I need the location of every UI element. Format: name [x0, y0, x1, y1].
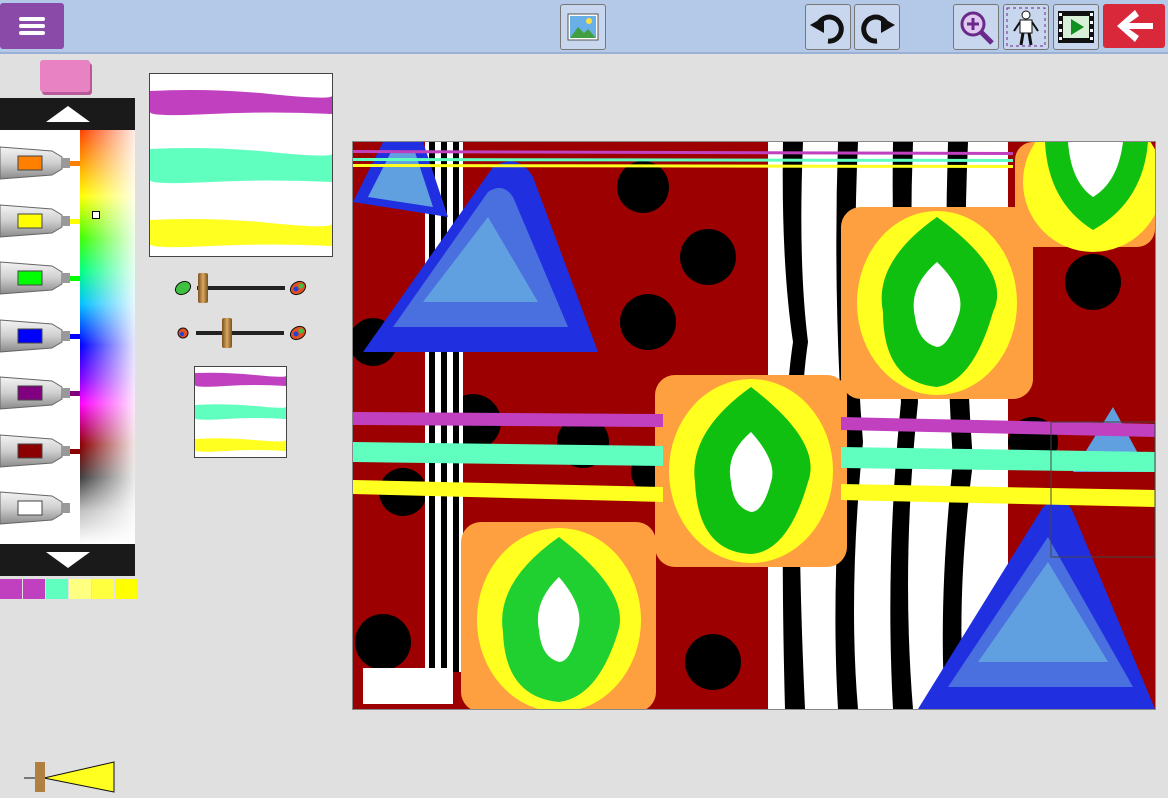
image-button[interactable] [560, 4, 606, 50]
paint-tube[interactable] [0, 488, 80, 528]
brush-size-track[interactable] [197, 286, 285, 290]
recent-color-swatch[interactable] [92, 579, 114, 599]
brush-size-indicator[interactable] [22, 758, 122, 794]
color-spectrum[interactable] [80, 130, 135, 544]
brush-size-wedge-icon [24, 761, 115, 793]
drawing-canvas[interactable] [352, 141, 1156, 710]
brush-preview-strokes [150, 90, 332, 248]
redo-icon [861, 14, 895, 44]
canvas-artwork [353, 142, 1155, 709]
back-arrow-icon [1117, 10, 1153, 42]
zoom-in-icon [960, 11, 994, 45]
recent-color-swatch[interactable] [115, 579, 137, 599]
stamp-preview-strokes [195, 372, 286, 452]
brush-opacity-track[interactable] [196, 331, 284, 335]
brush-size-thumb[interactable] [198, 273, 208, 303]
zoom-button[interactable] [953, 4, 999, 50]
figure-icon [1006, 7, 1046, 47]
recent-color-swatch[interactable] [23, 579, 45, 599]
paint-tube[interactable] [0, 201, 80, 241]
brush-opacity-thumb[interactable] [222, 318, 232, 348]
back-button[interactable] [1103, 4, 1165, 48]
color-picker-cursor[interactable] [92, 211, 100, 219]
brush-preview [149, 73, 333, 257]
paint-tube-icon [0, 318, 80, 353]
paint-tube-icon [0, 376, 80, 410]
paint-tube-icon [0, 203, 80, 238]
paint-tube[interactable] [0, 373, 80, 413]
eraser-tool[interactable] [40, 60, 90, 92]
paint-tube[interactable] [0, 431, 80, 471]
brush-size-slider[interactable] [173, 273, 308, 303]
recent-color-swatch[interactable] [69, 579, 91, 599]
paint-tube-icon [0, 491, 80, 525]
paint-tube-icon [0, 146, 80, 180]
leaf-small-icon [174, 280, 192, 296]
paint-tube[interactable] [0, 316, 80, 356]
stamp-preview[interactable] [194, 366, 287, 458]
paint-tube[interactable] [0, 143, 80, 183]
undo-icon [810, 14, 844, 44]
image-icon [567, 13, 599, 41]
leaf-color-large-icon [289, 325, 307, 341]
menu-button[interactable] [0, 3, 64, 49]
redo-button[interactable] [854, 4, 900, 50]
palette-scroll-up-button[interactable] [0, 98, 135, 130]
leaf-color-icon [289, 280, 307, 296]
paint-tube[interactable] [0, 258, 80, 298]
stamp-figure-button[interactable] [1003, 4, 1049, 50]
menu-icon-bar [19, 24, 45, 28]
menu-icon-bar [19, 31, 45, 35]
movie-button[interactable] [1053, 4, 1099, 50]
brush-opacity-slider[interactable] [176, 318, 308, 348]
menu-icon [19, 17, 45, 21]
paint-tube-icon [0, 261, 80, 295]
palette-scroll-down-button[interactable] [0, 544, 135, 576]
toolbar [0, 0, 1168, 54]
undo-button[interactable] [805, 4, 851, 50]
recent-color-swatch[interactable] [0, 579, 22, 599]
recent-color-swatch[interactable] [46, 579, 68, 599]
dot-color-icon [177, 327, 189, 339]
film-play-icon [1058, 11, 1094, 43]
paint-tube-icon [0, 433, 80, 468]
